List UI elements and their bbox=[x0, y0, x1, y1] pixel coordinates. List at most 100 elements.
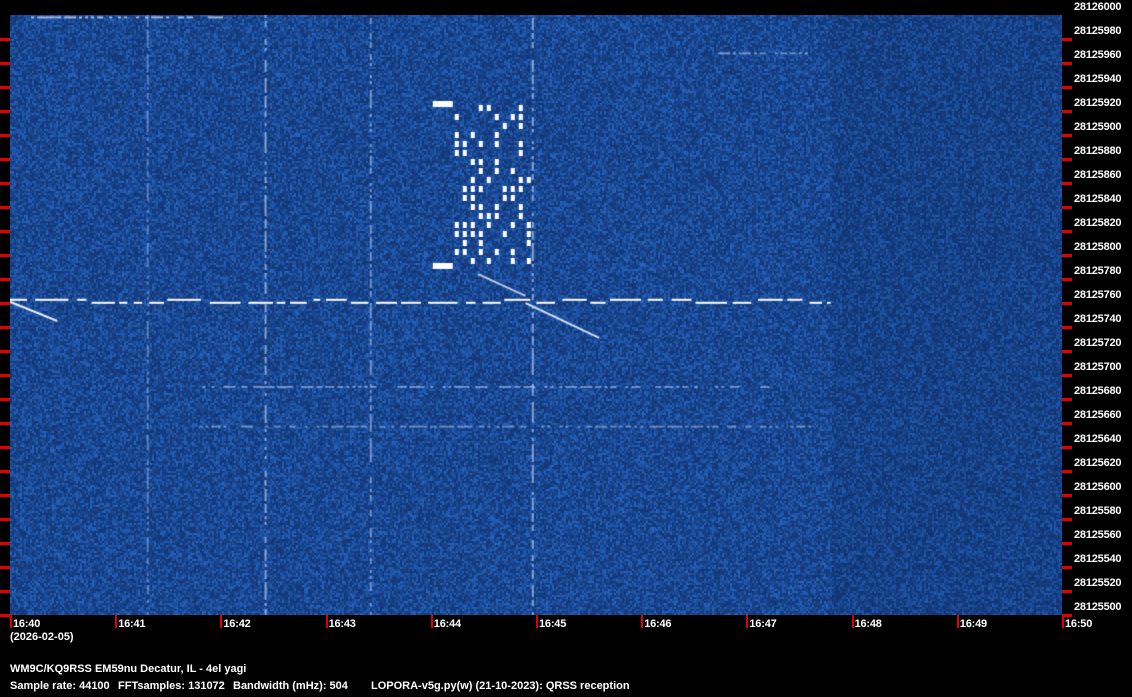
y-tick-left bbox=[0, 374, 10, 377]
y-tick-left bbox=[0, 158, 10, 161]
x-tick-label: 16:47 bbox=[749, 618, 777, 630]
y-tick-left bbox=[0, 62, 10, 65]
x-tick bbox=[956, 615, 959, 628]
y-tick-right bbox=[1062, 566, 1072, 569]
x-tick bbox=[325, 615, 328, 628]
y-tick-right bbox=[1062, 158, 1072, 161]
y-tick-left bbox=[0, 182, 10, 185]
y-tick-label: 28125920 bbox=[1074, 97, 1122, 109]
y-tick-label: 28125580 bbox=[1074, 505, 1122, 517]
y-tick-right bbox=[1062, 62, 1072, 65]
y-tick-label: 28125900 bbox=[1074, 121, 1122, 133]
y-tick-label: 28125840 bbox=[1074, 193, 1122, 205]
y-tick-left bbox=[0, 38, 10, 41]
y-tick-right bbox=[1062, 206, 1072, 209]
y-tick-right bbox=[1062, 278, 1072, 281]
y-tick-right bbox=[1062, 470, 1072, 473]
y-tick-left bbox=[0, 470, 10, 473]
x-tick bbox=[851, 615, 854, 628]
x-tick bbox=[536, 615, 538, 628]
x-tick-label: 16:43 bbox=[328, 618, 356, 630]
y-tick-left bbox=[0, 590, 10, 593]
y-tick-label: 28125740 bbox=[1074, 313, 1122, 325]
x-tick-label: 16:48 bbox=[854, 618, 882, 630]
date-label: (2026-02-05) bbox=[10, 631, 74, 643]
y-tick-label: 28125880 bbox=[1074, 145, 1122, 157]
y-tick-label: 28125800 bbox=[1074, 241, 1122, 253]
y-tick-left bbox=[0, 518, 10, 521]
y-tick-left bbox=[0, 566, 10, 569]
y-tick-label: 28125540 bbox=[1074, 553, 1122, 565]
y-tick-label: 28125640 bbox=[1074, 433, 1122, 445]
y-tick-right bbox=[1062, 422, 1072, 425]
x-tick bbox=[10, 615, 12, 628]
y-tick-left bbox=[0, 446, 10, 449]
y-tick-left bbox=[0, 230, 10, 233]
y-tick-right bbox=[1062, 86, 1072, 89]
y-tick-right bbox=[1062, 494, 1072, 497]
y-tick-label: 28125720 bbox=[1074, 337, 1122, 349]
y-tick-right bbox=[1062, 542, 1072, 545]
y-tick-right bbox=[1062, 590, 1072, 593]
y-tick-label: 28125940 bbox=[1074, 73, 1122, 85]
y-tick-left bbox=[0, 254, 10, 257]
y-tick-label: 28125960 bbox=[1074, 49, 1122, 61]
sample-rate: Sample rate: 44100 bbox=[10, 680, 110, 692]
x-tick bbox=[220, 615, 223, 628]
bandwidth: Bandwidth (mHz): 504 bbox=[233, 680, 348, 692]
y-tick-label: 28125760 bbox=[1074, 289, 1122, 301]
y-tick-right bbox=[1062, 302, 1072, 305]
y-tick-left bbox=[0, 86, 10, 89]
y-tick-right bbox=[1062, 350, 1072, 353]
y-tick-label: 28125780 bbox=[1074, 265, 1122, 277]
x-tick bbox=[115, 615, 118, 628]
y-tick-right bbox=[1062, 110, 1072, 113]
y-tick-right bbox=[1062, 398, 1072, 401]
y-tick-left bbox=[0, 494, 10, 497]
y-tick-right bbox=[1062, 38, 1072, 41]
y-tick-label: 28125600 bbox=[1074, 481, 1122, 493]
y-tick-left bbox=[0, 614, 10, 617]
x-tick-label: 16:45 bbox=[539, 618, 567, 630]
y-tick-left bbox=[0, 350, 10, 353]
y-tick-label: 28125980 bbox=[1074, 25, 1122, 37]
y-tick-label: 28125520 bbox=[1074, 577, 1122, 589]
x-tick bbox=[641, 615, 644, 628]
y-tick-label: 28125620 bbox=[1074, 457, 1122, 469]
x-tick-label: 16:50 bbox=[1065, 618, 1093, 630]
y-tick-left bbox=[0, 302, 10, 305]
y-tick-left bbox=[0, 542, 10, 545]
y-tick-right bbox=[1062, 134, 1072, 137]
station-info: WM9C/KQ9RSS EM59nu Decatur, IL - 4el yag… bbox=[10, 663, 247, 675]
x-tick bbox=[1062, 615, 1064, 628]
x-tick bbox=[430, 615, 433, 628]
software-info: LOPORA-v5g.py(w) (21-10-2023): QRSS rece… bbox=[371, 680, 630, 692]
y-tick-right bbox=[1062, 518, 1072, 521]
y-tick-left bbox=[0, 278, 10, 281]
x-tick-label: 16:41 bbox=[118, 618, 146, 630]
y-tick-right bbox=[1062, 446, 1072, 449]
y-tick-label: 28125560 bbox=[1074, 529, 1122, 541]
x-tick bbox=[746, 615, 749, 628]
y-tick-label: 28125860 bbox=[1074, 169, 1122, 181]
fft-samples: FFTsamples: 131072 bbox=[118, 680, 225, 692]
x-tick-label: 16:42 bbox=[223, 618, 251, 630]
y-tick-left bbox=[0, 326, 10, 329]
y-tick-left bbox=[0, 206, 10, 209]
y-tick-right bbox=[1062, 182, 1072, 185]
y-tick-label: 28126000 bbox=[1074, 1, 1122, 13]
y-tick-left bbox=[0, 422, 10, 425]
y-tick-label: 28125680 bbox=[1074, 385, 1122, 397]
x-tick-label: 16:46 bbox=[644, 618, 672, 630]
y-tick-label: 28125660 bbox=[1074, 409, 1122, 421]
x-tick-label: 16:44 bbox=[433, 618, 461, 630]
y-tick-right bbox=[1062, 230, 1072, 233]
x-tick-label: 16:40 bbox=[13, 618, 41, 630]
y-tick-right bbox=[1062, 374, 1072, 377]
y-tick-right bbox=[1062, 326, 1072, 329]
x-tick-label: 16:49 bbox=[959, 618, 987, 630]
waterfall-spectrogram bbox=[10, 15, 1062, 615]
y-tick-label: 28125820 bbox=[1074, 217, 1122, 229]
y-tick-label: 28125700 bbox=[1074, 361, 1122, 373]
y-tick-label: 28125500 bbox=[1074, 601, 1122, 613]
